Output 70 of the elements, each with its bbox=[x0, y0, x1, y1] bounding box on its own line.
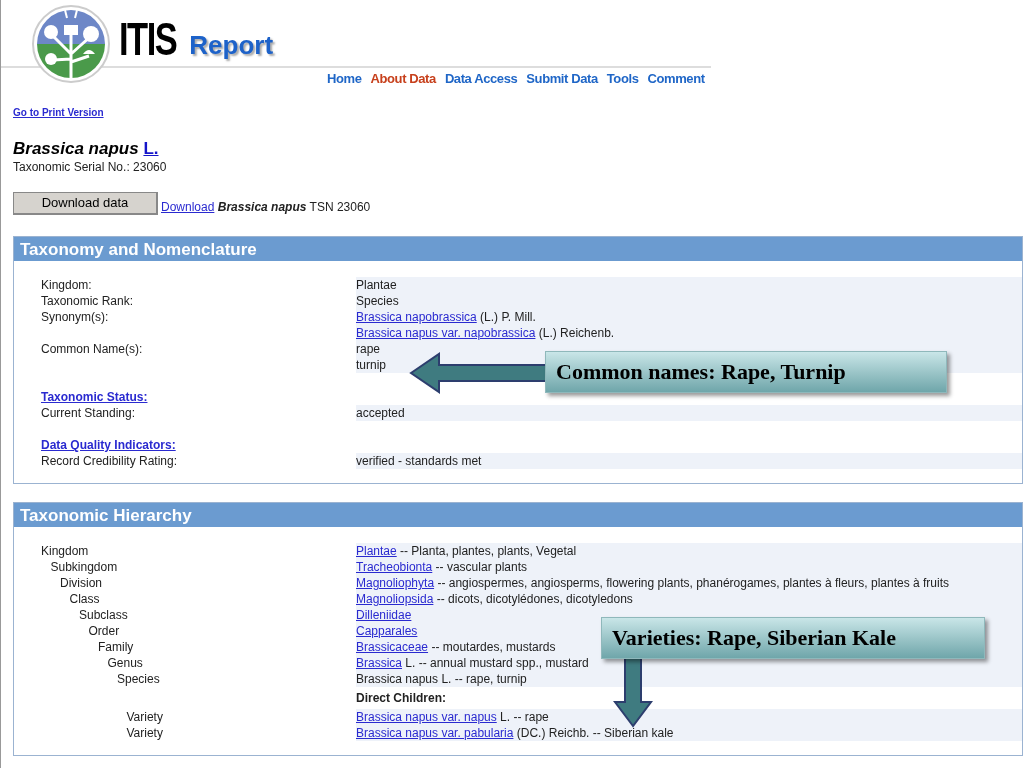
logo-text: ITIS bbox=[119, 16, 177, 62]
value-text: Species bbox=[356, 294, 399, 308]
value-text: -- angiospermes, angiosperms, flowering plants, phanérogames, plantes à fleurs, plantes à fruits bbox=[436, 576, 949, 590]
section-link[interactable]: Taxonomic Status: bbox=[41, 390, 148, 404]
rank-label: Variety bbox=[126, 726, 163, 740]
download-link[interactable]: Download bbox=[161, 200, 215, 214]
nav-link[interactable]: Submit Data bbox=[526, 71, 598, 89]
callout-box: Common names: Rape, Turnip bbox=[545, 351, 947, 393]
nav-link[interactable]: Comment bbox=[647, 71, 705, 89]
species-title: Brassica napus L. bbox=[13, 139, 160, 159]
taxon-link[interactable]: Dilleniidae bbox=[356, 608, 412, 622]
field-label: Synonym(s): bbox=[41, 310, 109, 324]
serial-number: Taxonomic Serial No.: 23060 bbox=[13, 159, 168, 175]
arrow-down-icon bbox=[613, 656, 653, 728]
value-text: accepted bbox=[356, 406, 405, 420]
taxon-link[interactable]: Plantae bbox=[356, 544, 397, 558]
rank-label: Kingdom bbox=[41, 544, 89, 558]
rank-label: Genus bbox=[107, 656, 143, 670]
value-text: Brassica napus L. -- rape, turnip bbox=[356, 672, 527, 686]
rank-label: Species bbox=[117, 672, 160, 686]
print-version-link[interactable]: Go to Print Version bbox=[13, 107, 104, 118]
field-label: Common Name(s): bbox=[41, 342, 143, 356]
taxon-link[interactable]: Tracheobionta bbox=[356, 560, 433, 574]
report-title: Report bbox=[189, 32, 274, 58]
children-heading: Direct Children: bbox=[356, 690, 446, 706]
rank-label: Subclass bbox=[79, 608, 128, 622]
value-text: L. -- annual mustard spp., mustard bbox=[404, 656, 589, 670]
value-text: -- Planta, plantes, plants, Vegetal bbox=[399, 544, 577, 558]
field-label: Current Standing: bbox=[41, 406, 136, 420]
field-label: Taxonomic Rank: bbox=[41, 294, 134, 308]
rank-label: Division bbox=[60, 576, 102, 590]
callout-box: Varieties: Rape, Siberian Kale bbox=[601, 617, 985, 659]
download-caption: Download Brassica napus TSN 23060 bbox=[161, 199, 371, 215]
nav-link[interactable]: Data Access bbox=[444, 71, 518, 89]
value-text: Plantae bbox=[356, 278, 397, 292]
value-text: -- vascular plants bbox=[434, 560, 527, 574]
value-text: (DC.) Reichb. -- Siberian kale bbox=[515, 726, 674, 740]
download-button[interactable]: Download data bbox=[13, 192, 158, 215]
author-link[interactable]: L. bbox=[143, 139, 159, 158]
value-text: -- dicots, dicotylédones, dicotyledons bbox=[435, 592, 633, 606]
taxon-link[interactable]: Brassica napobrassica bbox=[356, 310, 477, 324]
taxon-link[interactable]: Brassica napus var. napobrassica bbox=[356, 326, 536, 340]
nav-link[interactable]: Home bbox=[327, 71, 362, 89]
value-text: (L.) Reichenb. bbox=[537, 326, 615, 340]
value-text: -- moutardes, mustards bbox=[430, 640, 556, 654]
rank-label: Class bbox=[69, 592, 100, 606]
taxon-link[interactable]: Magnoliopsida bbox=[356, 592, 434, 606]
nav-link[interactable]: About Data bbox=[370, 71, 436, 89]
logo-icon bbox=[31, 4, 111, 84]
taxon-link[interactable]: Capparales bbox=[356, 624, 418, 638]
nav-link[interactable]: Tools bbox=[606, 71, 639, 89]
field-label: Record Credibility Rating: bbox=[41, 454, 178, 468]
rank-label: Family bbox=[98, 640, 134, 654]
value-text: turnip bbox=[356, 358, 387, 372]
field-label: Kingdom: bbox=[41, 278, 92, 292]
taxon-link[interactable]: Brassicaceae bbox=[356, 640, 429, 654]
taxon-link[interactable]: Brassica napus var. napus bbox=[356, 710, 497, 724]
value-text: verified - standards met bbox=[356, 454, 482, 468]
value-text: (L.) P. Mill. bbox=[479, 310, 536, 324]
rank-label: Order bbox=[88, 624, 120, 638]
section-header: Taxonomic Hierarchy bbox=[14, 503, 1022, 527]
taxon-link[interactable]: Brassica bbox=[356, 656, 402, 670]
taxon-link[interactable]: Brassica napus var. pabularia bbox=[356, 726, 514, 740]
section-link[interactable]: Data Quality Indicators: bbox=[41, 438, 176, 452]
section-header: Taxonomy and Nomenclature bbox=[14, 237, 1022, 261]
value-text: L. -- rape bbox=[499, 710, 549, 724]
taxon-link[interactable]: Magnoliophyta bbox=[356, 576, 435, 590]
rank-label: Variety bbox=[126, 710, 163, 724]
rank-label: Subkingdom bbox=[50, 560, 118, 574]
value-text: rape bbox=[356, 342, 381, 356]
